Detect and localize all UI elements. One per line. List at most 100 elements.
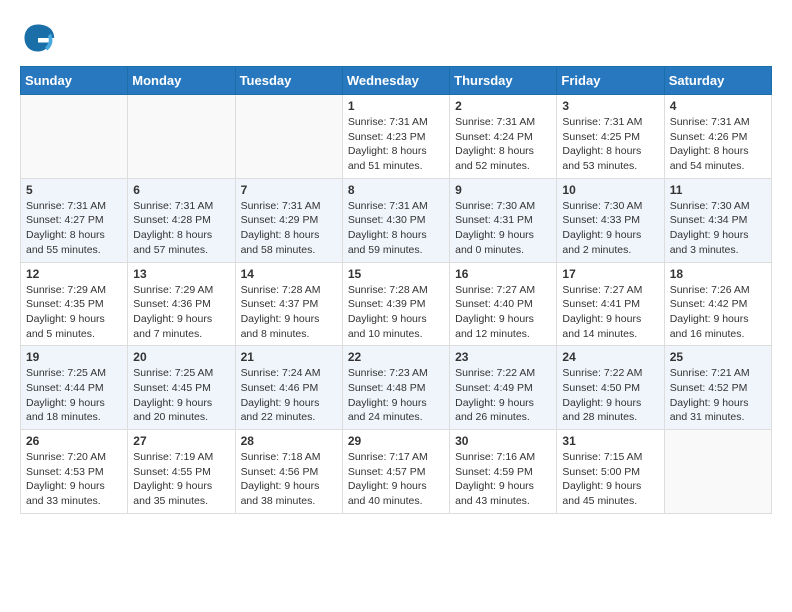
day-number: 28 (241, 434, 337, 448)
day-info: Sunrise: 7:30 AM Sunset: 4:31 PM Dayligh… (455, 199, 551, 258)
calendar-cell: 8Sunrise: 7:31 AM Sunset: 4:30 PM Daylig… (342, 178, 449, 262)
calendar-cell: 21 Sunrise: 7:24 AM Sunset: 4:46 PM Dayli… (235, 346, 342, 430)
day-number: 11 (670, 183, 766, 197)
weekday-header-row: SundayMondayTuesdayWednesdayThursdayFrid… (21, 67, 772, 95)
day-number: 22 (348, 350, 444, 364)
calendar-cell (664, 430, 771, 514)
calendar-cell: 10 Sunrise: 7:30 AM Sunset: 4:33 PM Dayli… (557, 178, 664, 262)
calendar-cell: 15Sunrise: 7:28 AM Sunset: 4:39 PM Dayli… (342, 262, 449, 346)
day-number: 30 (455, 434, 551, 448)
calendar-cell: 16 Sunrise: 7:27 AM Sunset: 4:40 PM Dayli… (450, 262, 557, 346)
day-number: 5 (26, 183, 122, 197)
day-info: Sunrise: 7:23 AM Sunset: 4:48 PM Dayligh… (348, 366, 444, 425)
calendar-cell: 11 Sunrise: 7:30 AM Sunset: 4:34 PM Dayli… (664, 178, 771, 262)
day-info: Sunrise: 7:31 AM Sunset: 4:24 PM Dayligh… (455, 115, 551, 174)
calendar-cell: 22 Sunrise: 7:23 AM Sunset: 4:48 PM Dayli… (342, 346, 449, 430)
day-number: 18 (670, 267, 766, 281)
calendar-cell: 5 Sunrise: 7:31 AM Sunset: 4:27 PM Daylig… (21, 178, 128, 262)
day-number: 7 (241, 183, 337, 197)
weekday-header: Sunday (21, 67, 128, 95)
day-info: Sunrise: 7:31 AM Sunset: 4:23 PM Dayligh… (348, 115, 444, 174)
calendar-cell: 19 Sunrise: 7:25 AM Sunset: 4:44 PM Dayli… (21, 346, 128, 430)
day-info: Sunrise: 7:26 AM Sunset: 4:42 PM Dayligh… (670, 283, 766, 342)
calendar-cell: 31 Sunrise: 7:15 AM Sunset: 5:00 PM Dayli… (557, 430, 664, 514)
day-number: 17 (562, 267, 658, 281)
day-number: 14 (241, 267, 337, 281)
day-info: Sunrise: 7:19 AM Sunset: 4:55 PM Dayligh… (133, 450, 229, 509)
calendar-cell: 27 Sunrise: 7:19 AM Sunset: 4:55 PM Dayli… (128, 430, 235, 514)
calendar-week-row: 1Sunrise: 7:31 AM Sunset: 4:23 PM Daylig… (21, 95, 772, 179)
day-number: 3 (562, 99, 658, 113)
calendar-cell (235, 95, 342, 179)
day-number: 2 (455, 99, 551, 113)
calendar-cell: 9 Sunrise: 7:30 AM Sunset: 4:31 PM Daylig… (450, 178, 557, 262)
day-info: Sunrise: 7:27 AM Sunset: 4:41 PM Dayligh… (562, 283, 658, 342)
day-number: 25 (670, 350, 766, 364)
day-number: 29 (348, 434, 444, 448)
calendar-cell: 23Sunrise: 7:22 AM Sunset: 4:49 PM Dayli… (450, 346, 557, 430)
calendar-cell: 17 Sunrise: 7:27 AM Sunset: 4:41 PM Dayli… (557, 262, 664, 346)
calendar-cell: 25 Sunrise: 7:21 AM Sunset: 4:52 PM Dayli… (664, 346, 771, 430)
calendar-cell: 29 Sunrise: 7:17 AM Sunset: 4:57 PM Dayli… (342, 430, 449, 514)
day-number: 26 (26, 434, 122, 448)
calendar-cell: 1Sunrise: 7:31 AM Sunset: 4:23 PM Daylig… (342, 95, 449, 179)
calendar-cell (128, 95, 235, 179)
day-info: Sunrise: 7:31 AM Sunset: 4:28 PM Dayligh… (133, 199, 229, 258)
day-info: Sunrise: 7:25 AM Sunset: 4:44 PM Dayligh… (26, 366, 122, 425)
calendar-week-row: 26 Sunrise: 7:20 AM Sunset: 4:53 PM Dayli… (21, 430, 772, 514)
day-number: 4 (670, 99, 766, 113)
day-number: 20 (133, 350, 229, 364)
day-info: Sunrise: 7:30 AM Sunset: 4:34 PM Dayligh… (670, 199, 766, 258)
day-number: 19 (26, 350, 122, 364)
calendar-cell: 12Sunrise: 7:29 AM Sunset: 4:35 PM Dayli… (21, 262, 128, 346)
calendar-week-row: 12Sunrise: 7:29 AM Sunset: 4:35 PM Dayli… (21, 262, 772, 346)
calendar-cell: 3 Sunrise: 7:31 AM Sunset: 4:25 PM Daylig… (557, 95, 664, 179)
day-info: Sunrise: 7:15 AM Sunset: 5:00 PM Dayligh… (562, 450, 658, 509)
calendar-cell: 24Sunrise: 7:22 AM Sunset: 4:50 PM Dayli… (557, 346, 664, 430)
day-number: 6 (133, 183, 229, 197)
day-info: Sunrise: 7:21 AM Sunset: 4:52 PM Dayligh… (670, 366, 766, 425)
calendar-week-row: 5 Sunrise: 7:31 AM Sunset: 4:27 PM Daylig… (21, 178, 772, 262)
day-info: Sunrise: 7:17 AM Sunset: 4:57 PM Dayligh… (348, 450, 444, 509)
day-info: Sunrise: 7:31 AM Sunset: 4:30 PM Dayligh… (348, 199, 444, 258)
calendar-cell: 18 Sunrise: 7:26 AM Sunset: 4:42 PM Dayli… (664, 262, 771, 346)
day-info: Sunrise: 7:31 AM Sunset: 4:27 PM Dayligh… (26, 199, 122, 258)
day-number: 31 (562, 434, 658, 448)
day-number: 15 (348, 267, 444, 281)
calendar: SundayMondayTuesdayWednesdayThursdayFrid… (20, 66, 772, 514)
day-info: Sunrise: 7:22 AM Sunset: 4:50 PM Dayligh… (562, 366, 658, 425)
day-info: Sunrise: 7:29 AM Sunset: 4:36 PM Dayligh… (133, 283, 229, 342)
calendar-cell: 13Sunrise: 7:29 AM Sunset: 4:36 PM Dayli… (128, 262, 235, 346)
weekday-header: Friday (557, 67, 664, 95)
calendar-cell: 20 Sunrise: 7:25 AM Sunset: 4:45 PM Dayli… (128, 346, 235, 430)
day-info: Sunrise: 7:27 AM Sunset: 4:40 PM Dayligh… (455, 283, 551, 342)
calendar-week-row: 19 Sunrise: 7:25 AM Sunset: 4:44 PM Dayli… (21, 346, 772, 430)
day-info: Sunrise: 7:31 AM Sunset: 4:25 PM Dayligh… (562, 115, 658, 174)
logo-icon (20, 20, 56, 56)
day-number: 16 (455, 267, 551, 281)
day-info: Sunrise: 7:16 AM Sunset: 4:59 PM Dayligh… (455, 450, 551, 509)
day-info: Sunrise: 7:31 AM Sunset: 4:26 PM Dayligh… (670, 115, 766, 174)
day-number: 10 (562, 183, 658, 197)
calendar-cell: 26 Sunrise: 7:20 AM Sunset: 4:53 PM Dayli… (21, 430, 128, 514)
weekday-header: Monday (128, 67, 235, 95)
day-number: 12 (26, 267, 122, 281)
day-info: Sunrise: 7:31 AM Sunset: 4:29 PM Dayligh… (241, 199, 337, 258)
weekday-header: Wednesday (342, 67, 449, 95)
day-info: Sunrise: 7:20 AM Sunset: 4:53 PM Dayligh… (26, 450, 122, 509)
calendar-cell: 6 Sunrise: 7:31 AM Sunset: 4:28 PM Daylig… (128, 178, 235, 262)
day-info: Sunrise: 7:25 AM Sunset: 4:45 PM Dayligh… (133, 366, 229, 425)
calendar-cell: 14Sunrise: 7:28 AM Sunset: 4:37 PM Dayli… (235, 262, 342, 346)
calendar-cell (21, 95, 128, 179)
calendar-cell: 4 Sunrise: 7:31 AM Sunset: 4:26 PM Daylig… (664, 95, 771, 179)
weekday-header: Tuesday (235, 67, 342, 95)
calendar-cell: 7 Sunrise: 7:31 AM Sunset: 4:29 PM Daylig… (235, 178, 342, 262)
day-info: Sunrise: 7:30 AM Sunset: 4:33 PM Dayligh… (562, 199, 658, 258)
weekday-header: Saturday (664, 67, 771, 95)
day-info: Sunrise: 7:18 AM Sunset: 4:56 PM Dayligh… (241, 450, 337, 509)
day-number: 9 (455, 183, 551, 197)
day-info: Sunrise: 7:22 AM Sunset: 4:49 PM Dayligh… (455, 366, 551, 425)
day-info: Sunrise: 7:24 AM Sunset: 4:46 PM Dayligh… (241, 366, 337, 425)
day-number: 27 (133, 434, 229, 448)
day-number: 21 (241, 350, 337, 364)
